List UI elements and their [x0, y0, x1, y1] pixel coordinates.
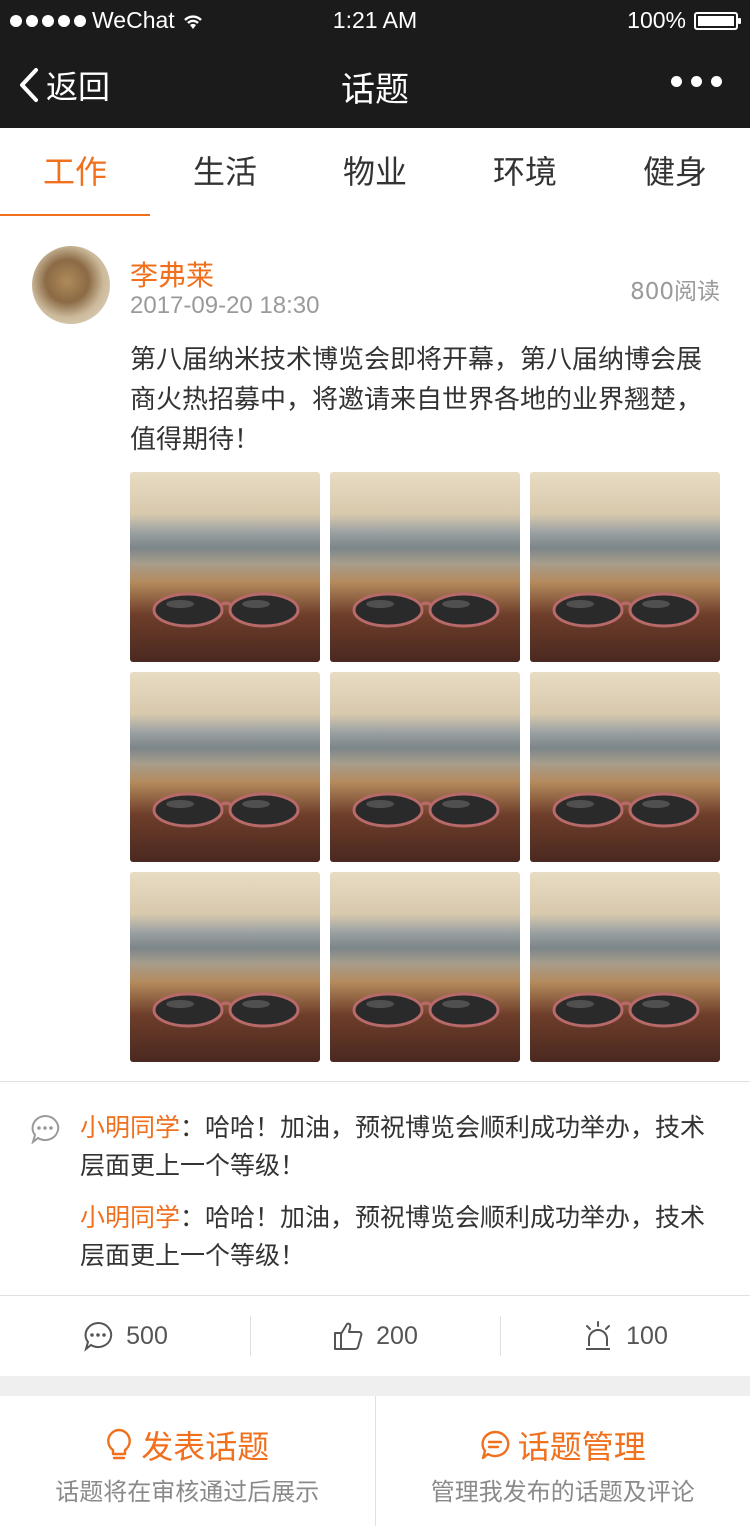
avatar[interactable]	[32, 246, 110, 324]
topic-post: 李弗莱 2017-09-20 18:30 800阅读 第八届纳米技术博览会即将开…	[0, 216, 750, 1080]
chat-bubble-icon	[481, 1430, 510, 1460]
author-name[interactable]: 李弗莱	[130, 254, 214, 294]
sunglasses-image	[552, 592, 700, 628]
more-dot-icon	[691, 76, 702, 87]
manage-topics-button[interactable]: 话题管理 管理我发布的话题及评论	[374, 1396, 750, 1526]
page-title: 话题	[341, 70, 409, 110]
more-button[interactable]	[671, 76, 722, 87]
comment-icon	[84, 1321, 113, 1352]
publish-topic-hint: 话题将在审核通过后展示	[55, 1478, 320, 1506]
comment-separator: ：	[180, 1203, 206, 1232]
read-count: 800阅读	[630, 279, 720, 305]
publish-topic-button[interactable]: 发表话题 话题将在审核通过后展示	[0, 1396, 375, 1526]
thumbs-up-icon	[334, 1322, 363, 1350]
status-bar: WeChat 1:21 AM 100%	[0, 0, 750, 40]
sunglasses-image	[152, 992, 300, 1028]
category-tabs: 工作 生活 物业 环境 健身	[0, 128, 750, 217]
comments-section: 小明同学：哈哈！加油，预祝博览会顺利成功举办，技术层面更上一个等级！ 小明同学：…	[0, 1081, 750, 1296]
post-photo[interactable]	[130, 872, 320, 1062]
photo-grid	[130, 472, 720, 1062]
sunglasses-image	[352, 992, 500, 1028]
sunglasses-image	[152, 592, 300, 628]
publish-topic-label: 发表话题	[141, 1428, 270, 1466]
comment-author[interactable]: 小明同学	[80, 1113, 180, 1142]
tab-work[interactable]: 工作	[0, 128, 150, 217]
comment-author[interactable]: 小明同学	[80, 1203, 180, 1232]
more-dot-icon	[671, 76, 682, 87]
manage-topics-head: 话题管理	[376, 1422, 750, 1468]
sunglasses-image	[552, 792, 700, 828]
like-count: 200	[376, 1321, 418, 1350]
sunglasses-image	[552, 992, 700, 1028]
post-content: 第八届纳米技术博览会即将开幕，第八届纳博会展商火热招募中，将邀请来自世界各地的业…	[130, 345, 703, 455]
comment-count-button[interactable]: 500	[0, 1296, 250, 1376]
status-right: 100%	[627, 7, 741, 34]
sunglasses-image	[352, 592, 500, 628]
post-photo[interactable]	[130, 472, 320, 662]
like-button[interactable]: 200	[250, 1296, 500, 1376]
comment-item: 小明同学：哈哈！加油，预祝博览会顺利成功举办，技术层面更上一个等级！	[80, 1109, 730, 1185]
nav-bar: 返回 话题	[0, 40, 750, 128]
battery-icon	[694, 11, 741, 30]
comment-bubble-icon	[31, 1114, 60, 1144]
tab-life[interactable]: 生活	[150, 128, 300, 216]
post-photo[interactable]	[330, 872, 520, 1062]
bottom-action-bar: 发表话题 话题将在审核通过后展示 话题管理 管理我发布的话题及评论	[0, 1396, 750, 1526]
battery-percent: 100%	[627, 7, 686, 33]
lightbulb-icon	[107, 1428, 132, 1460]
alert-button[interactable]: 100	[500, 1296, 750, 1376]
post-photo[interactable]	[330, 672, 520, 862]
alert-count: 100	[626, 1321, 668, 1350]
comment-separator: ：	[180, 1113, 206, 1142]
alarm-icon	[586, 1321, 611, 1350]
manage-topics-hint: 管理我发布的话题及评论	[430, 1478, 695, 1506]
post-stats: 500 200 100	[0, 1295, 750, 1377]
sunglasses-image	[152, 792, 300, 828]
post-time: 2017-09-20 18:30	[130, 292, 320, 319]
sunglasses-image	[352, 792, 500, 828]
more-dot-icon	[711, 76, 722, 87]
post-photo[interactable]	[130, 672, 320, 862]
tab-fitness[interactable]: 健身	[600, 128, 750, 216]
comment-count: 500	[126, 1321, 168, 1350]
tab-property[interactable]: 物业	[300, 128, 450, 216]
publish-topic-head: 发表话题	[0, 1422, 375, 1468]
post-photo[interactable]	[530, 872, 720, 1062]
comment-item: 小明同学：哈哈！加油，预祝博览会顺利成功举办，技术层面更上一个等级！	[80, 1199, 730, 1275]
post-photo[interactable]	[530, 472, 720, 662]
post-photo[interactable]	[530, 672, 720, 862]
manage-topics-label: 话题管理	[517, 1428, 646, 1466]
tab-environment[interactable]: 环境	[450, 128, 600, 216]
section-divider	[0, 1376, 750, 1396]
post-photo[interactable]	[330, 472, 520, 662]
